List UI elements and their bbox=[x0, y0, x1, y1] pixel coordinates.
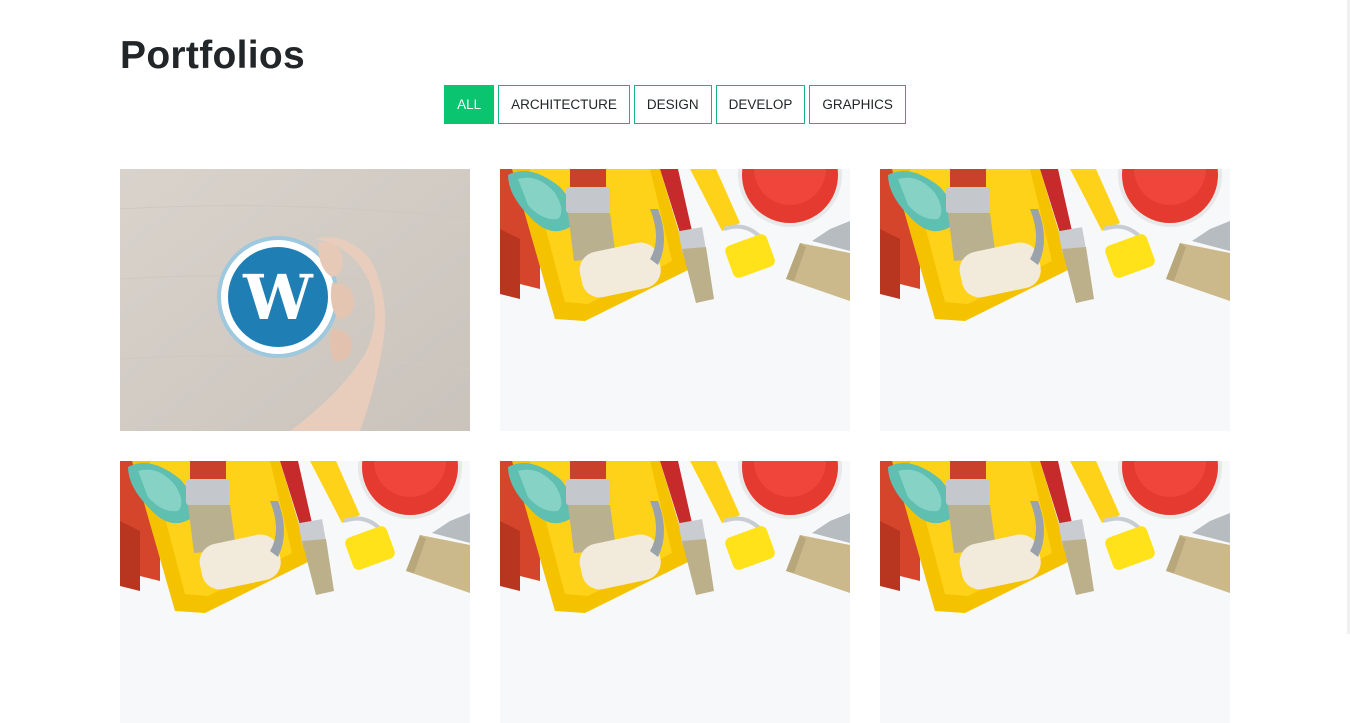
filter-all-button[interactable]: ALL bbox=[444, 85, 495, 124]
portfolio-item[interactable] bbox=[880, 169, 1230, 431]
filter-develop-button[interactable]: DEVELOP bbox=[715, 85, 806, 124]
filter-bar: ALL ARCHITECTURE DESIGN DEVELOP GRAPHICS bbox=[120, 85, 1230, 124]
svg-text:W: W bbox=[242, 261, 314, 334]
portfolio-item[interactable] bbox=[500, 461, 850, 723]
portfolio-item[interactable] bbox=[120, 461, 470, 723]
portfolio-item[interactable] bbox=[500, 169, 850, 431]
paint-tools-flatlay-image bbox=[880, 461, 1230, 723]
paint-tools-flatlay-image bbox=[120, 461, 470, 723]
portfolio-item[interactable]: W bbox=[120, 169, 470, 431]
paint-tools-flatlay-image bbox=[880, 169, 1230, 431]
page-title: Portfolios bbox=[120, 34, 305, 77]
filter-graphics-button[interactable]: GRAPHICS bbox=[809, 85, 906, 124]
filter-design-button[interactable]: DESIGN bbox=[633, 85, 712, 124]
filter-architecture-button[interactable]: ARCHITECTURE bbox=[498, 85, 630, 124]
portfolio-item[interactable] bbox=[880, 461, 1230, 723]
wordpress-logo-in-hand-image: W bbox=[120, 169, 470, 431]
paint-tools-flatlay-image bbox=[500, 461, 850, 723]
paint-tools-flatlay-image bbox=[500, 169, 850, 431]
portfolio-section: Portfolios ALL ARCHITECTURE DESIGN DEVEL… bbox=[120, 0, 1230, 723]
